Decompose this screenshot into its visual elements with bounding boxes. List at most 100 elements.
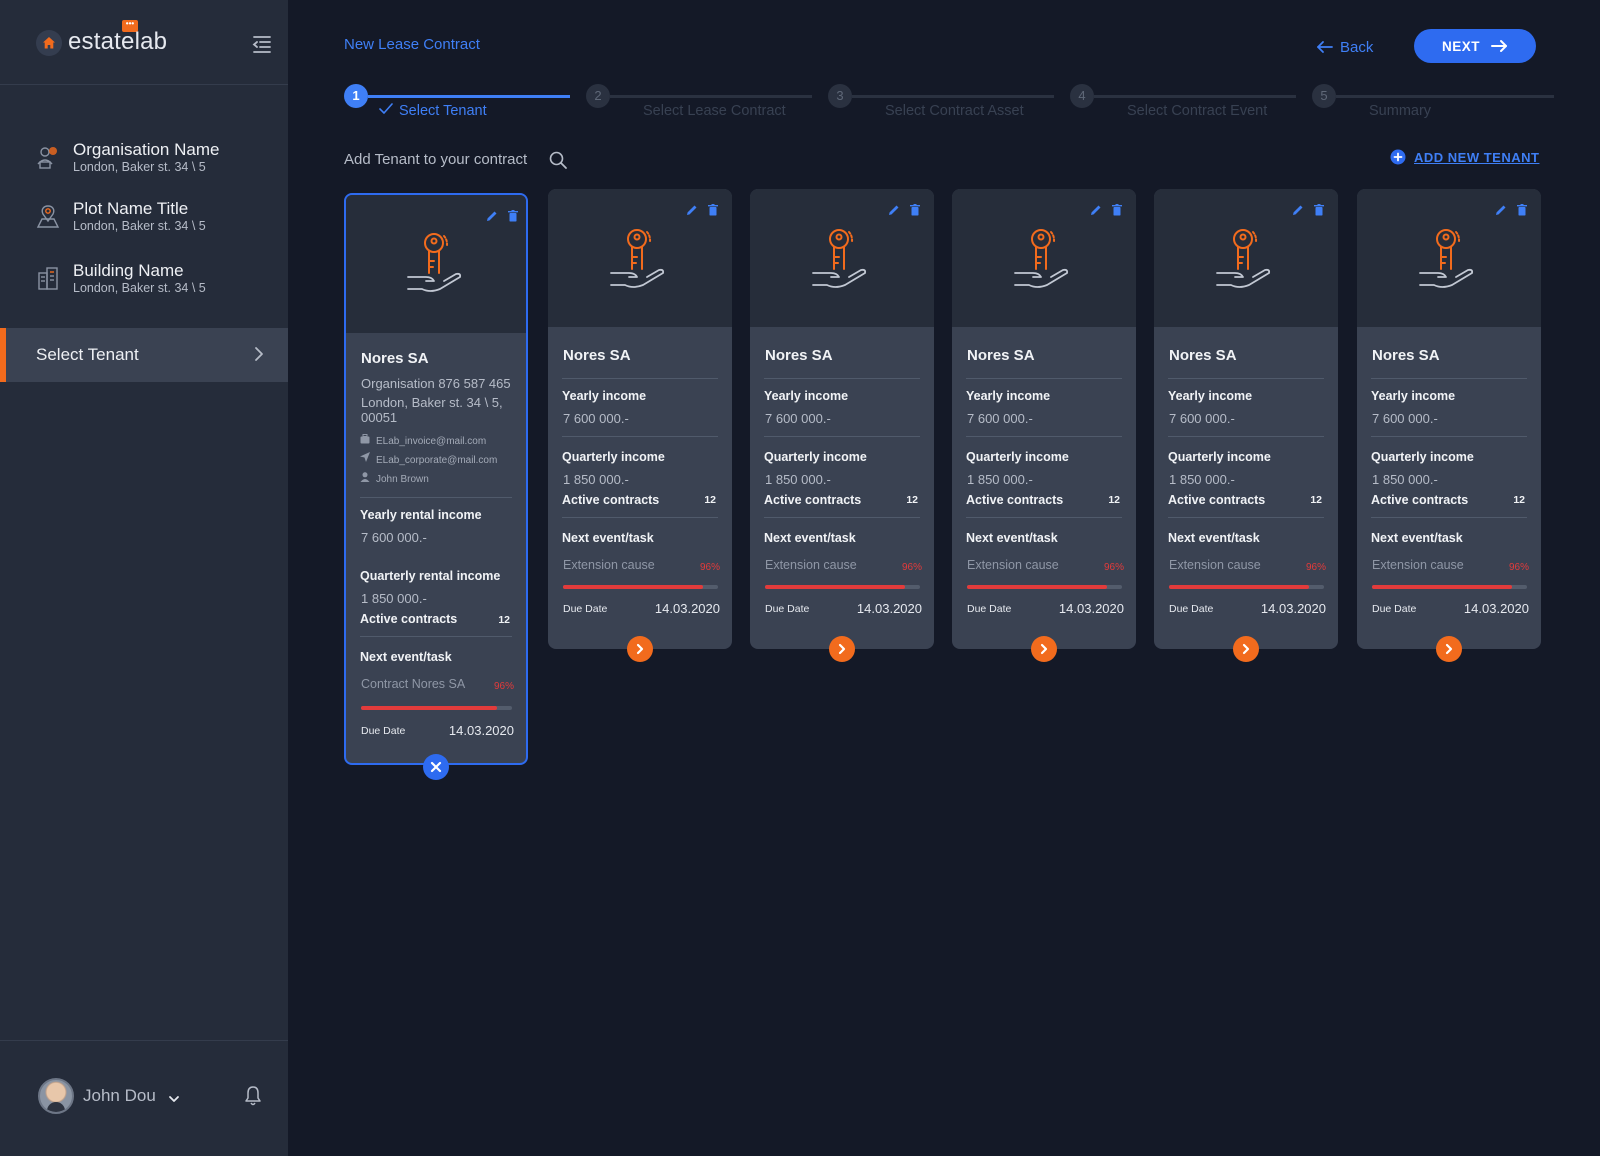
tenant-card-4[interactable]: Nores SA Yearly income 7 600 000.- Quart…	[952, 189, 1136, 662]
corporate-email[interactable]: ELab_corporate@mail.com	[376, 455, 497, 466]
sidebar-item-building[interactable]: Building Name London, Baker st. 34 \ 5	[36, 261, 276, 301]
trash-icon[interactable]	[708, 204, 718, 216]
sidebar-item-organisation[interactable]: Organisation Name London, Baker st. 34 \…	[36, 140, 276, 180]
divider	[764, 436, 920, 437]
step-3-label[interactable]: Select Contract Asset	[885, 103, 1024, 119]
trash-icon[interactable]	[910, 204, 920, 216]
step-4-dot[interactable]: 4	[1070, 84, 1094, 108]
sidebar-item-label: Select Tenant	[36, 345, 139, 364]
trash-icon[interactable]	[508, 210, 518, 222]
step-1-dot[interactable]: 1	[344, 84, 368, 108]
yearly-income-label: Yearly income	[966, 389, 1051, 403]
trash-icon[interactable]	[1517, 204, 1527, 216]
invoice-email[interactable]: ELab_invoice@mail.com	[376, 436, 486, 447]
step-5-dot[interactable]: 5	[1312, 84, 1336, 108]
sidebar-item-select-tenant[interactable]: Select Tenant	[0, 328, 288, 382]
next-button[interactable]: NEXT	[1414, 29, 1536, 63]
step-4-label[interactable]: Select Contract Event	[1127, 103, 1267, 119]
progress-fill	[1372, 585, 1512, 589]
sidebar-item-subtitle: London, Baker st. 34 \ 5	[73, 281, 206, 295]
quarterly-income-value: 1 850 000.-	[1169, 472, 1235, 487]
tenant-card-6[interactable]: Nores SA Yearly income 7 600 000.- Quart…	[1357, 189, 1541, 662]
active-contracts-count: 12	[906, 494, 918, 506]
chevron-down-icon[interactable]	[168, 1091, 180, 1102]
yearly-income-label: Yearly rental income	[360, 508, 482, 522]
progress-fill	[967, 585, 1107, 589]
event-percentage: 96%	[493, 681, 514, 692]
edit-icon[interactable]	[888, 204, 900, 216]
tenant-org-number: Organisation 876 587 465	[361, 376, 511, 391]
due-date-label: Due Date	[361, 725, 406, 737]
event-percentage: 96%	[699, 562, 720, 573]
quarterly-income-value: 1 850 000.-	[361, 591, 427, 606]
divider	[1371, 378, 1527, 379]
bell-icon[interactable]	[244, 1085, 262, 1107]
tenant-card-2[interactable]: Nores SA Yearly income 7 600 000.- Quart…	[548, 189, 732, 662]
building-icon	[36, 265, 60, 291]
divider	[1168, 378, 1324, 379]
select-card-button[interactable]	[1436, 636, 1462, 662]
sidebar-item-plot[interactable]: Plot Name Title London, Baker st. 34 \ 5	[36, 199, 276, 239]
next-event-label: Next event/task	[360, 650, 452, 664]
trash-icon[interactable]	[1314, 204, 1324, 216]
tenant-card-selected[interactable]: Nores SA Organisation 876 587 465 London…	[344, 193, 528, 780]
edit-icon[interactable]	[686, 204, 698, 216]
step-5-label[interactable]: Summary	[1369, 103, 1431, 119]
divider	[1168, 436, 1324, 437]
active-contracts-count: 12	[1108, 494, 1120, 506]
close-icon	[430, 761, 442, 773]
logo-text: estatelab	[68, 28, 168, 55]
select-card-button[interactable]	[1031, 636, 1057, 662]
yearly-income-label: Yearly income	[764, 389, 849, 403]
user-name[interactable]: John Dou	[83, 1086, 156, 1106]
tenant-name: Nores SA	[1169, 347, 1237, 364]
step-2-dot[interactable]: 2	[586, 84, 610, 108]
yearly-income-value: 7 600 000.-	[967, 411, 1033, 426]
select-card-button[interactable]	[1233, 636, 1259, 662]
tenant-card-3[interactable]: Nores SA Yearly income 7 600 000.- Quart…	[750, 189, 934, 662]
due-date-value: 14.03.2020	[448, 723, 514, 738]
step-3-dot[interactable]: 3	[828, 84, 852, 108]
due-date-value: 14.03.2020	[1463, 601, 1529, 616]
user-icon	[360, 472, 370, 482]
select-card-button[interactable]	[829, 636, 855, 662]
active-indicator	[0, 328, 6, 382]
tenant-name: Nores SA	[1372, 347, 1440, 364]
sidebar-item-subtitle: London, Baker st. 34 \ 5	[73, 219, 206, 233]
event-name: Extension cause	[967, 558, 1059, 572]
edit-icon[interactable]	[1090, 204, 1102, 216]
deselect-button[interactable]	[423, 754, 449, 780]
step-connector	[852, 95, 1054, 98]
due-date-value: 14.03.2020	[856, 601, 922, 616]
yearly-income-label: Yearly income	[562, 389, 647, 403]
key-hand-icon	[1014, 229, 1069, 288]
key-hand-icon	[610, 229, 665, 288]
due-date-label: Due Date	[563, 603, 608, 615]
event-percentage: 96%	[1508, 562, 1529, 573]
edit-icon[interactable]	[1292, 204, 1304, 216]
menu-collapse-icon[interactable]	[252, 34, 272, 54]
search-icon[interactable]	[548, 150, 568, 170]
add-new-tenant-button[interactable]: ADD NEW TENANT	[1390, 149, 1539, 165]
organisation-icon	[36, 144, 60, 170]
trash-icon[interactable]	[1112, 204, 1122, 216]
tenant-card-5[interactable]: Nores SA Yearly income 7 600 000.- Quart…	[1154, 189, 1338, 662]
step-2-label[interactable]: Select Lease Contract	[643, 103, 786, 119]
avatar[interactable]	[38, 1078, 74, 1114]
edit-icon[interactable]	[486, 210, 498, 222]
step-1-label[interactable]: Select Tenant	[399, 103, 487, 119]
event-percentage: 96%	[901, 562, 922, 573]
map-pin-icon	[36, 203, 60, 229]
select-card-button[interactable]	[627, 636, 653, 662]
tenant-name: Nores SA	[361, 350, 429, 367]
chevron-right-icon	[636, 643, 644, 655]
sidebar-item-subtitle: London, Baker st. 34 \ 5	[73, 160, 206, 174]
edit-icon[interactable]	[1495, 204, 1507, 216]
back-button[interactable]: Back	[1316, 37, 1373, 57]
chevron-right-icon	[1040, 643, 1048, 655]
event-progress-bar	[361, 706, 512, 710]
step-connector	[1336, 95, 1554, 98]
chevron-right-icon	[1242, 643, 1250, 655]
yearly-income-value: 7 600 000.-	[1169, 411, 1235, 426]
quarterly-income-label: Quarterly income	[966, 450, 1069, 464]
